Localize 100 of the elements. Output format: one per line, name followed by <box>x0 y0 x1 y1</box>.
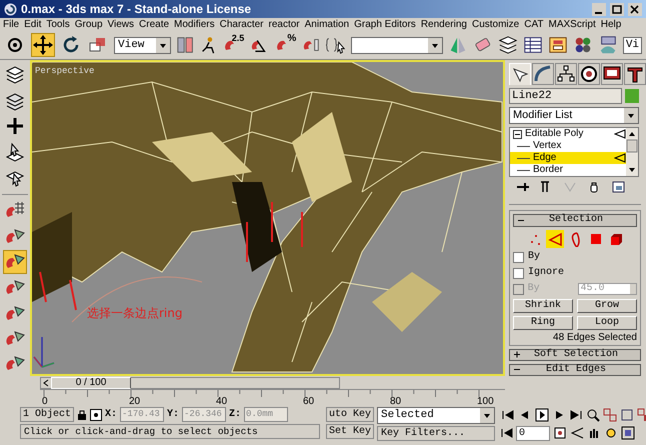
render-dropdown[interactable]: Vi <box>622 36 642 54</box>
object-name-field[interactable]: Line22 <box>509 88 622 104</box>
checkbox[interactable] <box>513 252 524 263</box>
menu-item[interactable]: MAXScript <box>548 20 596 30</box>
menu-item[interactable]: Views <box>108 20 134 30</box>
selection-count-field: 1 Object <box>20 407 74 422</box>
menu-item[interactable]: Graph Editors <box>354 20 416 30</box>
orbit-icon[interactable] <box>604 426 618 440</box>
axis-label: Y: <box>167 410 180 420</box>
selection-count: 48 Edges Selected <box>552 332 637 343</box>
pointer-plane-icon <box>4 140 26 163</box>
time-config-icon[interactable] <box>553 426 567 440</box>
object-color-swatch[interactable] <box>625 89 639 103</box>
subobject-triangle-icon <box>614 129 626 139</box>
key-mode-dropdown[interactable]: Selected <box>377 407 495 424</box>
zoom-all-icon[interactable] <box>603 408 617 422</box>
subobject-button[interactable] <box>546 230 564 248</box>
axis-label: X: <box>105 410 118 420</box>
timeline-tick-label: 20 <box>129 397 140 407</box>
checkbox[interactable] <box>513 268 524 279</box>
axis-gizmo-icon <box>33 336 55 368</box>
reference-coordinate-dropdown[interactable]: View <box>114 36 171 54</box>
time-slider[interactable]: 0 / 100 <box>40 376 340 388</box>
rollout-header[interactable]: Soft Selection <box>509 348 641 361</box>
rollout-button[interactable]: Ring <box>513 316 573 330</box>
rollout-header[interactable]: Selection <box>513 214 637 227</box>
current-frame-field[interactable]: 0 <box>516 426 550 440</box>
motion-icon <box>579 64 599 84</box>
viewport-label[interactable]: Perspective <box>35 67 94 76</box>
subobject-triangle-icon <box>614 153 626 163</box>
go-to-start-icon[interactable] <box>501 408 515 422</box>
move-icon <box>32 34 54 56</box>
timeline-tick-label: 80 <box>390 397 402 407</box>
axis-label: Z: <box>229 410 242 420</box>
transform-mode-icon[interactable] <box>90 408 102 420</box>
menu-item[interactable]: reactor <box>268 20 300 30</box>
lock-icon[interactable] <box>77 408 87 420</box>
menu-item[interactable]: File <box>3 20 20 30</box>
close-icon[interactable] <box>628 2 642 16</box>
timeline-tick-label: 0 <box>42 397 48 407</box>
checkbox-label: Ignore <box>528 268 566 278</box>
time-slider-thumb[interactable]: 0 / 100 <box>51 376 131 388</box>
menu-item[interactable]: Edit <box>24 20 42 30</box>
minimize-icon[interactable] <box>592 2 606 16</box>
maximize-icon[interactable] <box>610 2 624 16</box>
snap-value: 2.5 <box>232 34 244 43</box>
zoom-icon[interactable] <box>586 408 600 422</box>
stack-item[interactable]: Border <box>510 164 626 176</box>
window-title: 0.max - 3ds max 7 - Stand-alone License <box>21 1 252 18</box>
menu-item[interactable]: Help <box>600 20 622 30</box>
play-icon[interactable] <box>535 408 549 422</box>
layers-icon[interactable] <box>498 34 518 56</box>
checkbox-label: By <box>528 284 541 294</box>
panel-tab[interactable] <box>601 63 623 85</box>
pan-icon[interactable] <box>587 426 601 440</box>
stack-item[interactable]: Edge <box>510 152 626 164</box>
scrollbar-icon[interactable] <box>626 128 638 176</box>
go-to-end-icon[interactable] <box>569 408 583 422</box>
modifier-list-dropdown[interactable]: Modifier List <box>509 107 639 124</box>
rollout-button[interactable]: Loop <box>577 316 637 330</box>
timeline-tick-label: 40 <box>216 397 228 407</box>
timeline-tick-label: 100 <box>477 397 494 407</box>
edge-icon <box>546 230 564 248</box>
checkbox-label: By <box>528 252 542 262</box>
toolbar-button[interactable] <box>31 33 55 57</box>
menu-item[interactable]: Animation <box>304 20 350 30</box>
collapse-icon[interactable] <box>513 130 522 138</box>
key-filters-button[interactable]: Key Filters... <box>377 426 495 441</box>
timeline-tick-label: 60 <box>303 397 314 407</box>
set-key-button[interactable]: Set Key <box>326 424 374 439</box>
viewport[interactable]: Perspective 选择一条边点ring <box>30 60 505 376</box>
rollout-header[interactable]: Edit Edges <box>509 364 641 376</box>
menu-item[interactable]: Rendering <box>420 20 467 30</box>
configure-sets-icon[interactable] <box>611 180 625 194</box>
menu-item[interactable]: Create <box>139 20 170 30</box>
hierarchy-icon <box>556 64 576 84</box>
snap-value: % <box>287 34 296 44</box>
rollout-button[interactable]: Shrink <box>513 298 573 313</box>
app-logo-icon <box>4 2 17 16</box>
field-of-view-icon[interactable] <box>570 426 584 440</box>
menu-item[interactable]: Tools <box>46 20 70 30</box>
menu-item[interactable]: Modifiers <box>174 20 215 30</box>
menu-item[interactable]: CAT <box>524 20 544 30</box>
annotation-text: 选择一条边点ring <box>87 307 182 319</box>
named-selection-dropdown[interactable] <box>351 36 443 54</box>
toolbar-button[interactable] <box>3 250 27 274</box>
panel-tab[interactable] <box>578 63 600 85</box>
auto-key-button[interactable]: uto Key <box>326 407 374 422</box>
panel-tab[interactable] <box>624 63 646 85</box>
key-mode-toggle-icon[interactable] <box>501 427 513 439</box>
maximize-viewport-icon[interactable] <box>621 426 635 440</box>
modify-icon <box>533 64 553 84</box>
stack-item[interactable]: Vertex <box>510 140 626 152</box>
menu-item[interactable]: Character <box>220 20 264 30</box>
rollout-button[interactable]: Grow <box>577 298 637 313</box>
panel-tab[interactable] <box>555 63 577 85</box>
stack-item[interactable]: Editable Poly <box>510 128 626 140</box>
menu-item[interactable]: Customize <box>472 20 520 30</box>
zoom-extents-icon[interactable] <box>620 408 634 422</box>
menu-item[interactable]: Group <box>74 20 103 30</box>
